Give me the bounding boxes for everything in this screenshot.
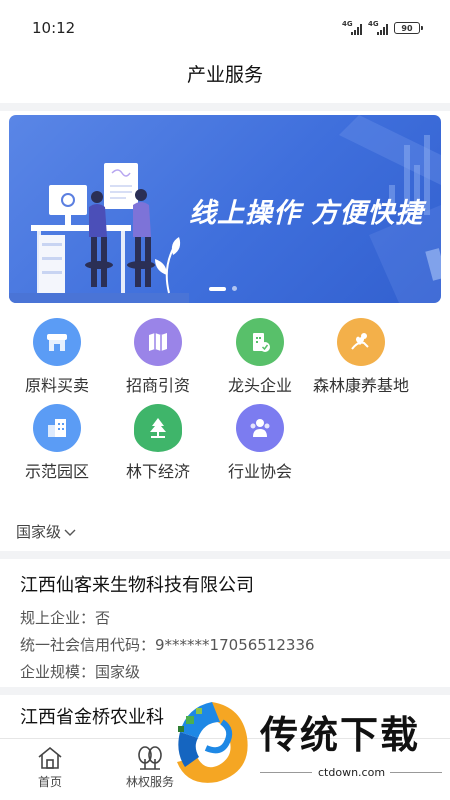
watermark-line — [260, 772, 312, 773]
field-value: 国家级 — [95, 663, 141, 681]
battery-level: 90 — [401, 23, 413, 33]
banner-dot-active[interactable] — [209, 286, 226, 291]
nav-item-home[interactable]: 首页 — [0, 739, 100, 800]
nav-label: 首页 — [37, 775, 62, 789]
building-check-icon — [236, 318, 284, 366]
park-buildings-icon — [33, 404, 81, 452]
watermark-line — [390, 772, 442, 773]
battery-icon: 90 — [394, 22, 423, 34]
company-card[interactable]: 江西仙客来生物科技有限公司 规上企业：否 统一社会信用代码：9******170… — [0, 559, 450, 687]
service-forest-wellness-base[interactable]: 森林康养基地 — [306, 318, 416, 396]
network-type-label: 4G — [342, 19, 353, 28]
promo-banner[interactable]: 线上操作 方便快捷 — [9, 115, 441, 303]
nav-label: 林权服务 — [125, 775, 174, 789]
status-bar: 10:12 4G 4G 90 — [0, 0, 450, 56]
service-raw-material-trade[interactable]: 原料买卖 — [2, 318, 112, 396]
signal-icon: 4G — [342, 19, 362, 35]
banner-pagination — [209, 286, 237, 291]
network-type-label-2: 4G — [368, 19, 379, 28]
map-icon — [134, 318, 182, 366]
field-value: 9******17056512336 — [155, 636, 315, 654]
page-title: 产业服务 — [186, 64, 263, 86]
watermark-brand: 传统下载 — [260, 713, 421, 757]
level-filter-dropdown[interactable]: 国家级 — [16, 521, 77, 542]
service-label: 行业协会 — [227, 462, 292, 481]
field-value: 否 — [95, 609, 111, 627]
field-label: 企业规模： — [20, 663, 96, 681]
store-icon — [33, 318, 81, 366]
signal-icon-2: 4G — [368, 19, 388, 35]
field-label: 统一社会信用代码： — [20, 636, 156, 654]
service-industry-association[interactable]: 行业协会 — [205, 404, 315, 482]
service-label: 原料买卖 — [24, 376, 89, 395]
watermark-logo-icon — [177, 702, 248, 783]
service-label: 林下经济 — [125, 462, 190, 481]
status-time: 10:12 — [32, 19, 76, 37]
company-name: 江西仙客来生物科技有限公司 — [20, 575, 254, 596]
tree-location-icon — [134, 404, 182, 452]
banner-dot[interactable] — [232, 286, 237, 291]
level-filter-value: 国家级 — [16, 523, 62, 541]
trees-icon — [138, 746, 162, 770]
service-label: 森林康养基地 — [312, 376, 409, 395]
service-demo-park[interactable]: 示范园区 — [2, 404, 112, 482]
company-size-row: 企业规模：国家级 — [20, 659, 430, 686]
people-group-icon — [236, 404, 284, 452]
company-scale-above-row: 规上企业：否 — [20, 605, 430, 632]
service-understory-economy[interactable]: 林下经济 — [103, 404, 213, 482]
banner-headline: 线上操作 方便快捷 — [189, 198, 424, 229]
field-label: 规上企业： — [20, 609, 96, 627]
service-label: 龙头企业 — [227, 376, 292, 395]
watermark: 传统下载 ctdown.com — [168, 688, 450, 800]
service-label: 招商引资 — [125, 376, 190, 395]
service-investment[interactable]: 招商引资 — [103, 318, 213, 396]
section-divider — [0, 551, 450, 559]
company-credit-code-row: 统一社会信用代码：9******17056512336 — [20, 632, 430, 659]
watermark-url: ctdown.com — [318, 766, 386, 779]
service-leading-enterprise[interactable]: 龙头企业 — [205, 318, 315, 396]
header-divider — [0, 103, 450, 111]
chevron-down-icon — [64, 529, 76, 536]
status-icons: 4G 4G 90 — [342, 19, 423, 35]
health-care-icon — [337, 318, 385, 366]
service-label: 示范园区 — [24, 462, 89, 481]
home-icon — [38, 746, 62, 769]
